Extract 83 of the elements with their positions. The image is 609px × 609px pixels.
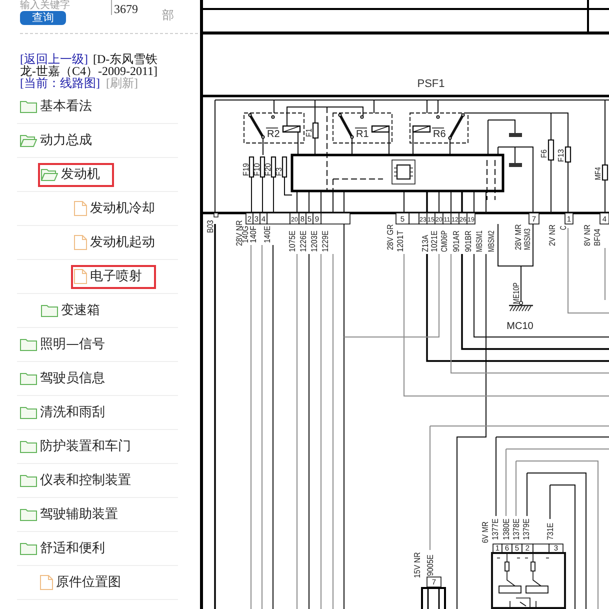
file-icon xyxy=(40,575,53,590)
fuse-symbol xyxy=(282,156,288,178)
tree-item[interactable]: 照明—信号 xyxy=(17,332,119,356)
wire-label: C xyxy=(558,224,568,230)
fuse-label: F20 xyxy=(264,162,272,176)
wire-label: 1229E xyxy=(320,227,330,252)
wire-label: 8V NR xyxy=(582,220,592,246)
wire-label: 1378E xyxy=(511,515,521,540)
relay-label: R1 xyxy=(356,129,369,140)
wire-label: 1075E xyxy=(287,227,297,252)
fuse-symbol xyxy=(260,156,266,178)
wire-label: CM06P xyxy=(439,224,449,252)
wire-label: 28V GR xyxy=(385,220,395,250)
wire-label: 1021E xyxy=(429,227,439,252)
wire-label: 140E xyxy=(262,223,272,243)
wire-label: 6V MR xyxy=(480,517,490,543)
relay-symbol xyxy=(244,112,304,144)
wire-label: 901BR xyxy=(463,226,473,252)
tree-item[interactable]: 发动机 xyxy=(38,162,114,186)
fuse-label: F6 xyxy=(540,148,548,158)
tree-item[interactable]: 仪表和控制装置 xyxy=(17,468,145,492)
fuse-symbol xyxy=(248,156,254,178)
wire-label: 28V MR xyxy=(513,219,523,250)
tree-item[interactable]: 驾驶员信息 xyxy=(17,366,119,390)
file-icon xyxy=(74,201,87,216)
fuse-label: F19 xyxy=(242,162,250,176)
fuse-symbol xyxy=(270,156,276,178)
chip-icon xyxy=(392,160,416,184)
wire-label: 731E xyxy=(545,520,555,540)
ground-label: MC10 xyxy=(506,321,534,332)
breadcrumb-path: [返回上一级] [D-东风雪铁龙-世嘉（C4）-2009-2011] xyxy=(20,53,159,77)
current-location-label: [当前：线路图] xyxy=(20,77,100,89)
fuse-label: MF4 xyxy=(594,164,602,180)
wire-label: 1380E xyxy=(501,515,511,540)
wire-label: 140F xyxy=(248,224,258,243)
info-text: 部 xyxy=(161,7,174,21)
tree-item[interactable]: 基本看法 xyxy=(17,94,106,118)
tree-item[interactable]: 电子喷射 xyxy=(71,264,156,288)
wire-label: 1377E xyxy=(490,515,500,540)
wire-label: 901AR xyxy=(451,226,461,252)
wire-label: BF04 xyxy=(592,226,602,246)
fuse-label: F3 xyxy=(274,166,284,176)
back-link[interactable]: [返回上一级] xyxy=(20,52,88,66)
ground-symbol xyxy=(509,133,522,137)
tree-item[interactable]: 舒适和便利 xyxy=(17,536,119,560)
wire-label: 2V NR xyxy=(547,220,557,246)
wire-label: 15V NR xyxy=(412,548,422,578)
fuse-symbol xyxy=(564,146,572,163)
search-button[interactable]: 查询 xyxy=(20,11,66,25)
fuse-symbol xyxy=(312,122,319,139)
file-icon xyxy=(74,269,87,284)
wire-label: ME10P xyxy=(511,276,521,304)
tree-item[interactable]: 驾驶辅助装置 xyxy=(17,502,132,526)
wire-label: B03 xyxy=(205,218,215,233)
tree-item[interactable]: 原件位置图 xyxy=(37,570,135,594)
tree-item[interactable]: 防护装置和车门 xyxy=(17,434,145,458)
empty-pin-slot xyxy=(214,212,218,218)
wire-label: Z13A xyxy=(420,232,430,252)
tree-item[interactable]: 发动机起动 xyxy=(71,230,169,254)
fuse-label: F13 xyxy=(556,148,566,162)
wire-label: MBSM2 xyxy=(486,222,496,252)
file-icon xyxy=(74,235,87,250)
info-text: 3679 xyxy=(111,0,159,15)
wire-label: 1226E xyxy=(298,227,308,252)
fuse-symbol xyxy=(548,139,554,161)
relay-label: R2 xyxy=(267,129,280,140)
relay-label: R6 xyxy=(433,129,446,140)
ground-symbol xyxy=(509,163,522,167)
empty-pin-slot xyxy=(408,212,420,224)
diagram-title: PSF1 xyxy=(417,78,445,90)
tree-item[interactable]: 变速箱 xyxy=(38,298,114,322)
tree-item[interactable]: 发动机冷却 xyxy=(71,196,169,220)
fuse-label: F10 xyxy=(252,162,262,176)
tree-item[interactable]: 清洗和雨刮 xyxy=(17,400,119,424)
wire-label: 9005E xyxy=(425,551,435,576)
relay-symbol xyxy=(332,112,392,144)
relay-symbol xyxy=(410,112,468,144)
fuse-label: F1 xyxy=(304,128,314,137)
tree-item[interactable]: 动力总成 xyxy=(17,128,106,152)
wire-label: 1203E xyxy=(309,227,319,252)
wire-label: MBSM1 xyxy=(474,222,484,252)
wire-label: 1379E xyxy=(521,515,531,540)
wire-label: 1201T xyxy=(395,228,405,252)
